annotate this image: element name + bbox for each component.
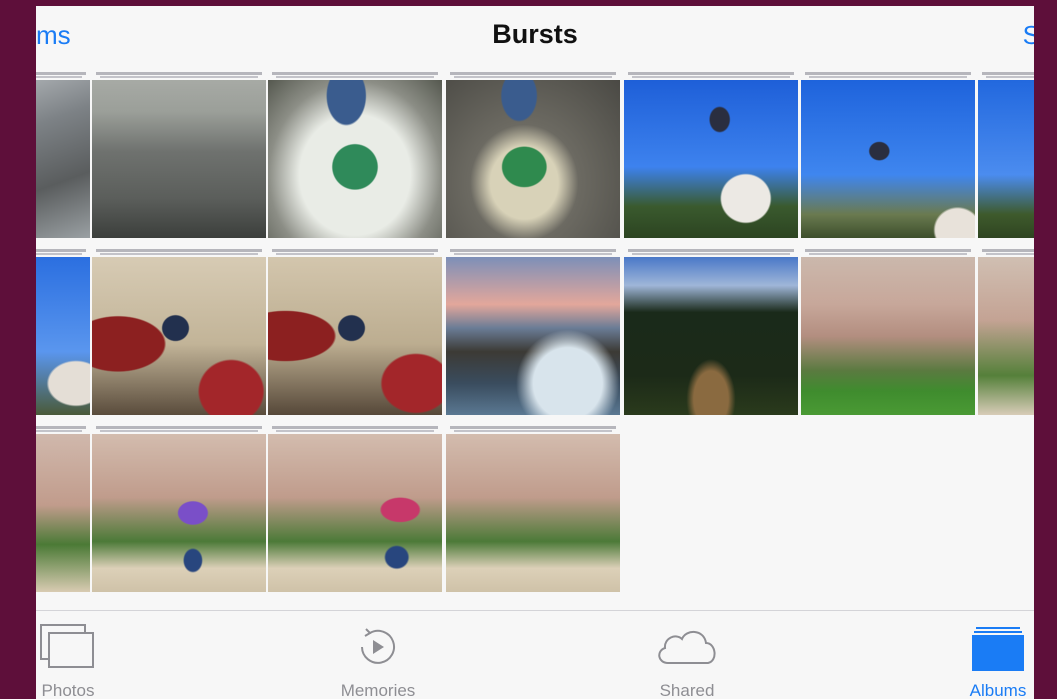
- burst-thumbnail[interactable]: [801, 72, 975, 238]
- memories-icon: [352, 623, 404, 676]
- device-screen: ms Bursts S Photos Memories Shared Album…: [36, 6, 1034, 699]
- burst-thumbnail[interactable]: [36, 426, 90, 592]
- burst-thumbnail[interactable]: [36, 72, 90, 238]
- burst-thumbnail[interactable]: [624, 72, 798, 238]
- burst-thumbnail[interactable]: [92, 72, 266, 238]
- burst-thumbnail[interactable]: [268, 426, 442, 592]
- burst-thumbnail[interactable]: [801, 249, 975, 415]
- burst-thumbnail[interactable]: [92, 426, 266, 592]
- burst-thumbnail[interactable]: [268, 72, 442, 238]
- burst-grid: [36, 72, 1034, 604]
- tab-label: Memories: [340, 681, 416, 699]
- tab-shared[interactable]: Shared: [627, 611, 747, 699]
- burst-thumbnail[interactable]: [92, 249, 266, 415]
- navigation-bar: ms Bursts S: [36, 6, 1034, 66]
- burst-thumbnail[interactable]: [446, 72, 620, 238]
- select-button[interactable]: S: [1023, 20, 1034, 51]
- burst-thumbnail[interactable]: [978, 72, 1034, 238]
- page-title: Bursts: [492, 19, 578, 49]
- burst-thumbnail[interactable]: [36, 249, 90, 415]
- burst-thumbnail[interactable]: [978, 249, 1034, 415]
- tab-label: Albums: [969, 681, 1027, 699]
- albums-icon: [970, 623, 1026, 678]
- burst-thumbnail[interactable]: [446, 426, 620, 592]
- tab-photos[interactable]: Photos: [36, 611, 128, 699]
- burst-thumbnail[interactable]: [446, 249, 620, 415]
- tab-bar: Photos Memories Shared Albums: [36, 610, 1034, 699]
- burst-thumbnail[interactable]: [624, 249, 798, 415]
- cloud-icon: [652, 623, 722, 676]
- burst-thumbnail[interactable]: [268, 249, 442, 415]
- tab-albums[interactable]: Albums: [938, 611, 1034, 699]
- photos-icon: [39, 623, 97, 674]
- tab-label: Photos: [41, 681, 95, 699]
- tab-memories[interactable]: Memories: [318, 611, 438, 699]
- tab-label: Shared: [659, 681, 715, 699]
